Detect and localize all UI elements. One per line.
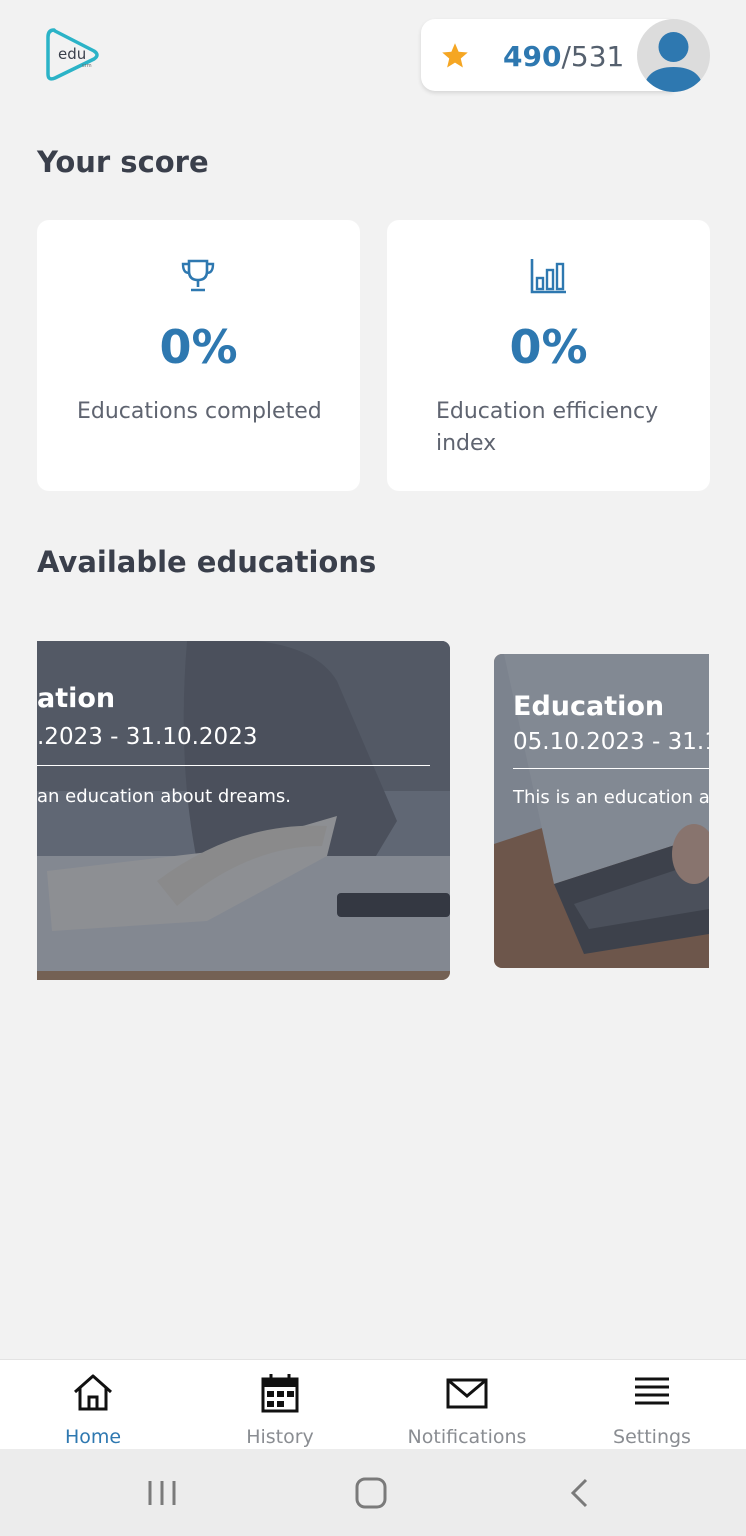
calendar-icon — [261, 1374, 299, 1413]
nav-notifications-label: Notifications — [407, 1426, 527, 1448]
education-dates: 05.10.2023 - 31.10 — [513, 729, 709, 755]
educations-completed-label: Educations completed — [77, 399, 322, 424]
education-divider — [513, 768, 709, 769]
education-card[interactable]: ation .2023 - 31.10.2023 an education ab… — [37, 641, 450, 980]
bottom-navigation: Home History Notifications Settings — [0, 1359, 746, 1449]
app-logo[interactable]: edu crm — [44, 24, 104, 86]
education-title: Education — [513, 691, 665, 722]
logo-text: edu — [58, 45, 87, 63]
education-description: an education about dreams. — [37, 786, 292, 807]
education-efficiency-value: 0% — [509, 320, 588, 374]
education-dates: .2023 - 31.10.2023 — [37, 724, 258, 750]
nav-settings-label: Settings — [613, 1426, 691, 1448]
menu-icon — [635, 1377, 669, 1405]
nav-history[interactable]: History — [225, 1360, 335, 1450]
bar-chart-icon — [530, 259, 566, 294]
education-efficiency-label: Education efficiency index — [436, 399, 659, 456]
educations-section-title: Available educations — [37, 545, 377, 579]
home-icon — [74, 1374, 112, 1411]
educations-completed-card: 0% Educations completed — [37, 220, 360, 491]
score-section-title: Your score — [37, 145, 209, 179]
nav-history-label: History — [246, 1426, 314, 1448]
education-description: This is an education ab — [513, 787, 709, 808]
points-current: 490 — [503, 40, 562, 73]
user-avatar-icon[interactable] — [637, 19, 710, 92]
education-divider — [37, 765, 430, 766]
logo-subtext: crm — [82, 63, 92, 69]
points-counter: 490/531 — [503, 40, 624, 73]
home-button-icon[interactable] — [354, 1477, 388, 1509]
trophy-icon — [181, 259, 215, 292]
nav-notifications[interactable]: Notifications — [402, 1360, 532, 1450]
nav-settings[interactable]: Settings — [600, 1360, 704, 1450]
nav-home-label: Home — [64, 1426, 122, 1448]
recent-apps-icon[interactable] — [145, 1477, 179, 1509]
educations-completed-value: 0% — [159, 320, 238, 374]
back-icon[interactable] — [565, 1477, 595, 1509]
points-total: /531 — [561, 40, 625, 73]
education-efficiency-card: 0% Education efficiency index — [387, 220, 710, 491]
nav-home[interactable]: Home — [38, 1360, 148, 1450]
system-navigation-bar — [0, 1449, 746, 1536]
education-card[interactable]: Education 05.10.2023 - 31.10 This is an … — [494, 654, 709, 968]
star-icon — [442, 43, 468, 68]
mail-icon — [446, 1378, 488, 1409]
education-title: ation — [37, 683, 116, 714]
